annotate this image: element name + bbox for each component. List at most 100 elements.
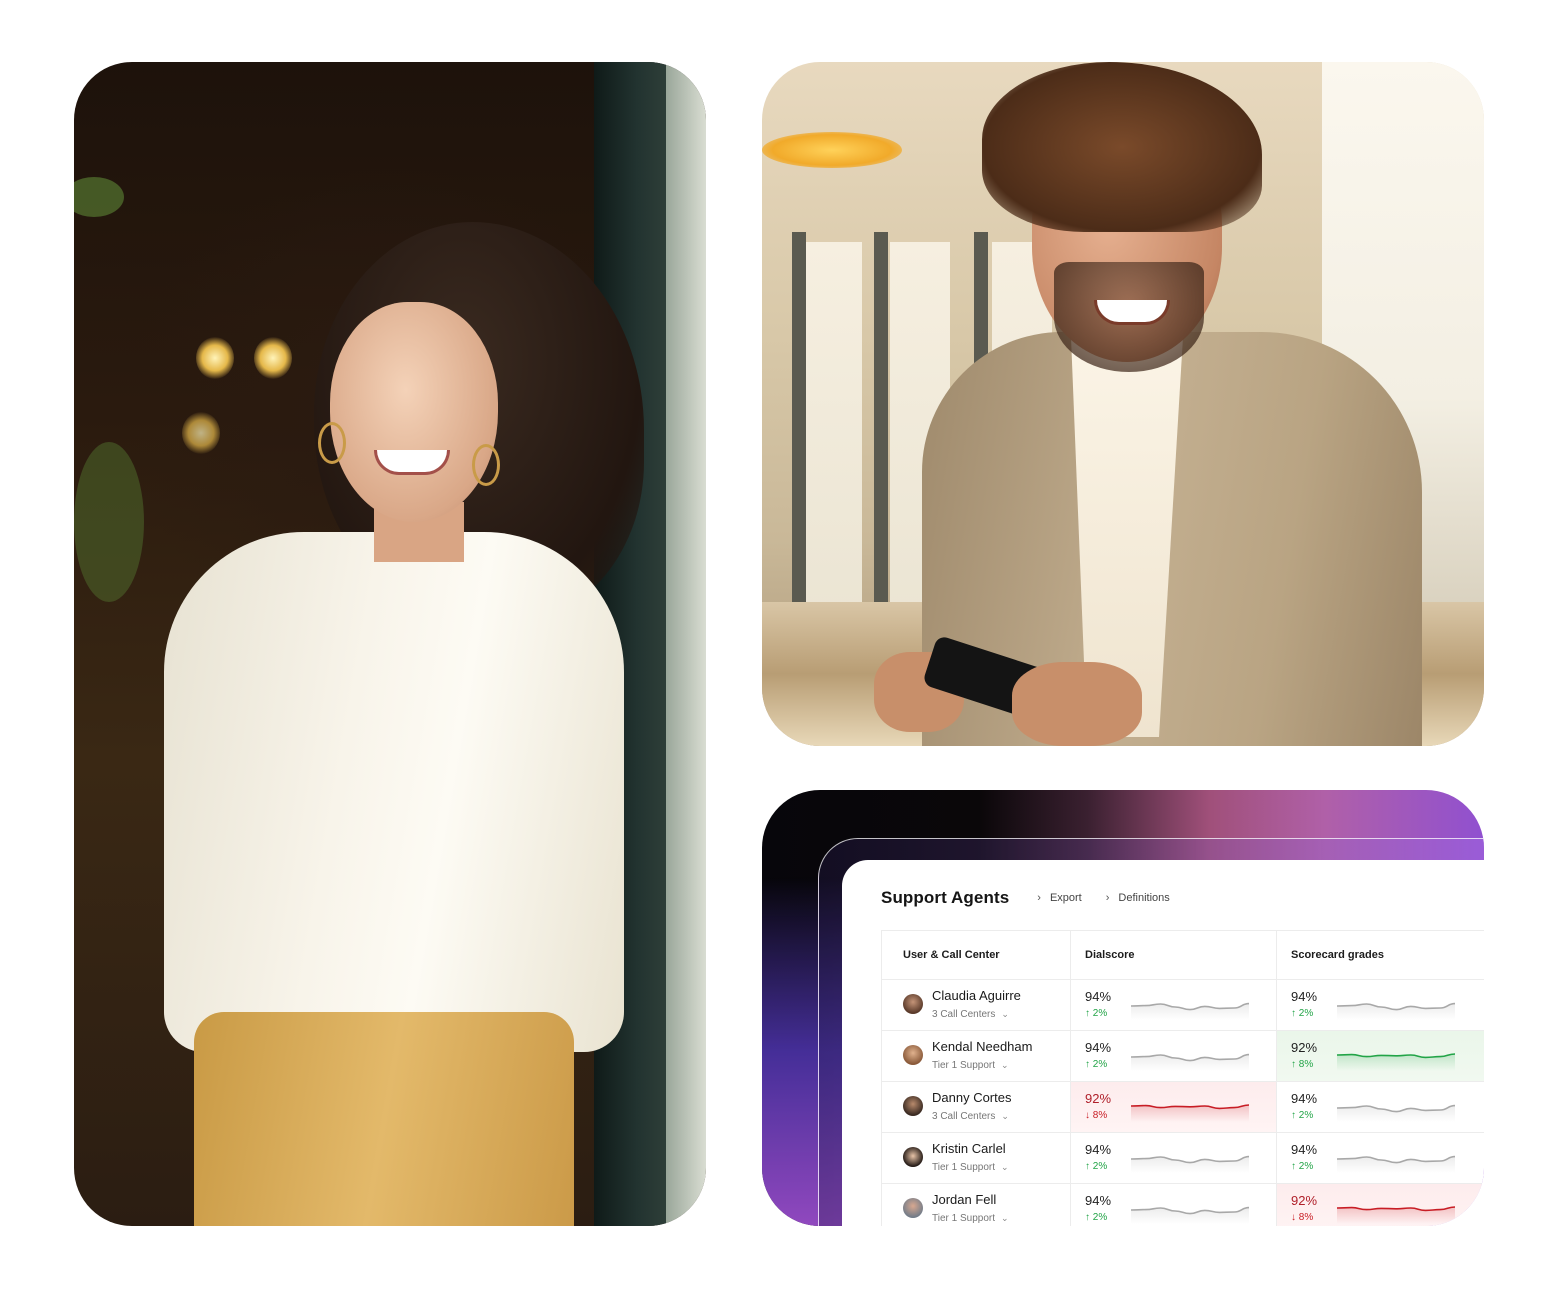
support-agents-panel: Support Agents › Export › Definitions Us… — [842, 860, 1484, 1226]
lamp-light — [196, 337, 234, 379]
scorecard-cell: 94% ↑ 2% — [1277, 1082, 1484, 1132]
call-center-select[interactable]: Tier 1 Support ⌄ — [932, 1213, 1009, 1224]
arrow-up-icon: ↑ — [1085, 1161, 1090, 1172]
chevron-down-icon: ⌄ — [1001, 1213, 1009, 1223]
call-center-select[interactable]: 3 Call Centers ⌄ — [932, 1009, 1009, 1020]
user-cell: Danny Cortes 3 Call Centers ⌄ — [882, 1082, 1071, 1132]
scorecard-value: 94% — [1291, 989, 1318, 1004]
scorecard-sparkline — [1337, 1155, 1455, 1173]
dialscore-value: 94% — [1085, 989, 1112, 1004]
definitions-label: Definitions — [1118, 892, 1170, 904]
dialscore-value: 94% — [1085, 1142, 1112, 1157]
panel-header: Support Agents › Export › Definitions — [881, 888, 1170, 908]
dialscore-value: 94% — [1085, 1040, 1112, 1055]
chevron-right-icon: › — [1105, 892, 1110, 904]
face — [330, 302, 498, 522]
dialscore-sparkline — [1131, 1002, 1249, 1020]
user-cell: Jordan Fell Tier 1 Support ⌄ — [882, 1184, 1071, 1226]
dialscore-delta: ↓ 8% — [1085, 1110, 1108, 1121]
arrow-down-icon: ↓ — [1291, 1212, 1296, 1223]
call-center-select[interactable]: Tier 1 Support ⌄ — [932, 1060, 1009, 1071]
arrow-up-icon: ↑ — [1085, 1008, 1090, 1019]
scorecard-value: 94% — [1291, 1091, 1318, 1106]
agent-name[interactable]: Danny Cortes — [932, 1090, 1011, 1105]
hair — [982, 62, 1262, 232]
chevron-down-icon: ⌄ — [1001, 1162, 1009, 1172]
scorecard-delta: ↑ 8% — [1291, 1059, 1314, 1070]
user-cell: Claudia Aguirre 3 Call Centers ⌄ — [882, 980, 1071, 1030]
scorecard-delta: ↑ 2% — [1291, 1110, 1314, 1121]
dialscore-cell: 94% ↑ 2% — [1071, 980, 1277, 1030]
photo-woman-cafe — [74, 62, 706, 1226]
dialscore-delta: ↑ 2% — [1085, 1212, 1108, 1223]
dialscore-cell: 92% ↓ 8% — [1071, 1082, 1277, 1132]
definitions-link[interactable]: › Definitions — [1106, 892, 1170, 904]
scorecard-delta: ↑ 2% — [1291, 1161, 1314, 1172]
lamp-light — [254, 337, 292, 379]
scorecard-cell: 92% ↓ 8% — [1277, 1184, 1484, 1226]
agent-name[interactable]: Kristin Carlel — [932, 1141, 1006, 1156]
export-label: Export — [1049, 892, 1082, 904]
arrow-up-icon: ↑ — [1085, 1059, 1090, 1070]
table-row[interactable]: Claudia Aguirre 3 Call Centers ⌄ 94% ↑ 2%… — [882, 980, 1484, 1031]
lamp-light — [182, 412, 220, 454]
plant-leaves — [74, 442, 144, 602]
table-row[interactable]: Kendal Needham Tier 1 Support ⌄ 94% ↑ 2% … — [882, 1031, 1484, 1082]
user-cell: Kristin Carlel Tier 1 Support ⌄ — [882, 1133, 1071, 1183]
arrow-up-icon: ↑ — [1291, 1008, 1296, 1019]
agent-name[interactable]: Claudia Aguirre — [932, 988, 1021, 1003]
scorecard-sparkline — [1337, 1002, 1455, 1020]
arrow-up-icon: ↑ — [1291, 1059, 1296, 1070]
avatar — [903, 994, 923, 1014]
dialscore-value: 94% — [1085, 1193, 1112, 1208]
user-cell: Kendal Needham Tier 1 Support ⌄ — [882, 1031, 1071, 1081]
arrow-up-icon: ↑ — [1291, 1110, 1296, 1121]
table-header-row: User & Call Center Dialscore Scorecard g… — [882, 931, 1484, 980]
arrow-down-icon: ↓ — [1085, 1110, 1090, 1121]
scorecard-cell: 94% ↑ 2% — [1277, 980, 1484, 1030]
table-row[interactable]: Danny Cortes 3 Call Centers ⌄ 92% ↓ 8% 94… — [882, 1082, 1484, 1133]
column-header-user[interactable]: User & Call Center — [882, 931, 1071, 979]
scorecard-sparkline — [1337, 1053, 1455, 1071]
scorecard-value: 94% — [1291, 1142, 1318, 1157]
door-glass — [666, 62, 706, 1226]
panel-title: Support Agents — [881, 888, 1010, 907]
column-header-scorecard[interactable]: Scorecard grades — [1277, 931, 1484, 979]
call-center-select[interactable]: Tier 1 Support ⌄ — [932, 1162, 1009, 1173]
dialscore-delta: ↑ 2% — [1085, 1059, 1108, 1070]
avatar — [903, 1198, 923, 1218]
dialscore-sparkline — [1131, 1104, 1249, 1122]
photo-man-phone — [762, 62, 1484, 746]
dialscore-cell: 94% ↑ 2% — [1071, 1133, 1277, 1183]
column-header-dialscore[interactable]: Dialscore — [1071, 931, 1277, 979]
hand — [1012, 662, 1142, 746]
table-row[interactable]: Jordan Fell Tier 1 Support ⌄ 94% ↑ 2% 92%… — [882, 1184, 1484, 1226]
table-row[interactable]: Kristin Carlel Tier 1 Support ⌄ 94% ↑ 2% … — [882, 1133, 1484, 1184]
dialscore-delta: ↑ 2% — [1085, 1161, 1108, 1172]
export-link[interactable]: › Export — [1037, 892, 1081, 904]
dashboard-card: Support Agents › Export › Definitions Us… — [762, 790, 1484, 1226]
white-blouse — [164, 532, 624, 1052]
chevron-down-icon: ⌄ — [1001, 1111, 1009, 1121]
chevron-down-icon: ⌄ — [1001, 1060, 1009, 1070]
earring — [318, 422, 346, 464]
scorecard-sparkline — [1337, 1104, 1455, 1122]
agent-name[interactable]: Kendal Needham — [932, 1039, 1032, 1054]
chevron-down-icon: ⌄ — [1001, 1009, 1009, 1019]
agent-name[interactable]: Jordan Fell — [932, 1192, 996, 1207]
avatar — [903, 1147, 923, 1167]
avatar — [903, 1096, 923, 1116]
scorecard-delta: ↑ 2% — [1291, 1008, 1314, 1019]
scorecard-delta: ↓ 8% — [1291, 1212, 1314, 1223]
call-center-select[interactable]: 3 Call Centers ⌄ — [932, 1111, 1009, 1122]
agents-table: User & Call Center Dialscore Scorecard g… — [881, 930, 1484, 1226]
dialscore-sparkline — [1131, 1155, 1249, 1173]
dialscore-cell: 94% ↑ 2% — [1071, 1031, 1277, 1081]
scorecard-cell: 92% ↑ 8% — [1277, 1031, 1484, 1081]
scorecard-value: 92% — [1291, 1193, 1318, 1208]
scorecard-sparkline — [1337, 1206, 1455, 1224]
yellow-pants — [194, 1012, 574, 1226]
scorecard-value: 92% — [1291, 1040, 1318, 1055]
ceiling-lamp — [762, 132, 902, 168]
dialscore-sparkline — [1131, 1053, 1249, 1071]
